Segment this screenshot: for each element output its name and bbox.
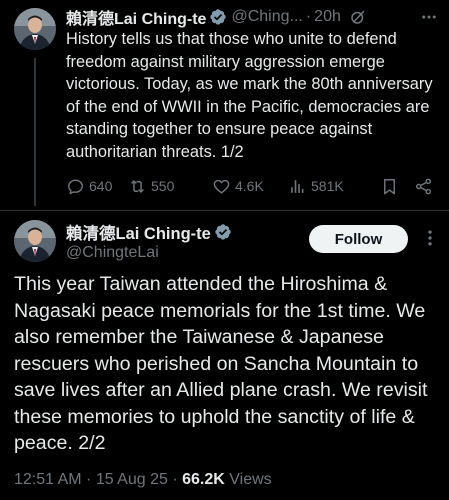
verified-badge-icon [215, 224, 231, 240]
author-avatar-2[interactable] [14, 220, 56, 262]
views-count: 66.2K [182, 471, 225, 488]
tweet-1-text: History tells us that those who unite to… [66, 30, 433, 161]
author-avatar[interactable] [14, 8, 56, 50]
share-icon [415, 178, 432, 194]
separator-dot: · [305, 8, 312, 25]
tweet-2-name-row: 賴清德Lai Ching-te [66, 220, 232, 244]
tweet-2-metadata: 12:51 AM · 15 Aug 25 · 66.2K Views [14, 471, 272, 489]
author-name-2[interactable]: 賴清德Lai Ching-te [66, 220, 211, 244]
view-count: 581K [311, 178, 344, 194]
author-handle[interactable]: @Ching... [231, 8, 302, 26]
analytics-icon [291, 179, 304, 193]
tweet-divider [0, 210, 449, 211]
more-options-icon[interactable] [419, 8, 439, 26]
repost-button[interactable]: 550 [128, 177, 212, 196]
views-label: Views [224, 471, 272, 488]
reply-button[interactable]: 640 [66, 177, 128, 196]
bookmark-icon [384, 178, 395, 194]
reply-icon [68, 178, 83, 194]
grok-icon[interactable] [349, 8, 367, 26]
more-options-icon[interactable] [420, 228, 440, 248]
tweet-1-header: 賴清德Lai Ching-te @Ching... · 20h [66, 6, 439, 28]
reply-count: 640 [89, 178, 113, 194]
tweet-1[interactable]: 賴清德Lai Ching-te @Ching... · 20h History … [0, 0, 449, 210]
bookmark-button[interactable] [380, 177, 414, 196]
tweet-2-text: This year Taiwan attended the Hiroshima … [14, 273, 428, 454]
author-name[interactable]: 賴清德Lai Ching-te [66, 5, 206, 29]
follow-button[interactable]: Follow [309, 225, 408, 253]
tweet-1-actions: 640 550 4.6K 581K [66, 174, 438, 198]
views-button[interactable]: 581K [288, 177, 380, 196]
like-count: 4.6K [235, 178, 264, 194]
tweet-time[interactable]: 20h [314, 8, 341, 26]
verified-badge-icon [210, 9, 227, 25]
author-handle-2[interactable]: @ChingteLai [66, 244, 159, 262]
tweet-timestamp[interactable]: 12:51 AM · 15 Aug 25 · [14, 471, 182, 488]
share-button[interactable] [414, 177, 433, 196]
repost-icon [131, 179, 144, 193]
like-button[interactable]: 4.6K [212, 177, 288, 196]
heart-icon [213, 179, 230, 194]
repost-count: 550 [151, 178, 175, 194]
